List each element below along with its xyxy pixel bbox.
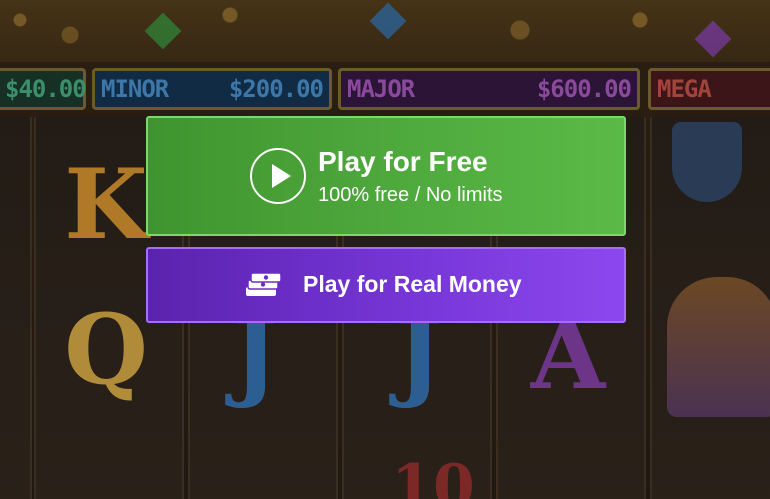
jackpot-mega: MEGA <box>648 68 770 110</box>
shield-icon <box>672 122 742 202</box>
play-for-real-money-title: Play for Real Money <box>303 271 522 297</box>
jackpot-major: MAJOR $600.00 <box>338 68 640 110</box>
play-for-free-subtitle: 100% free / No limits <box>318 184 503 206</box>
jackpot-minor-value: $200.00 <box>228 75 324 103</box>
jackpot-mini-value: $40.00 <box>5 75 87 103</box>
reel-partial <box>0 117 32 499</box>
jackpot-minor-label: MINOR <box>101 75 169 103</box>
princess-portrait <box>667 277 770 417</box>
jackpot-minor: MINOR $200.00 <box>92 68 332 110</box>
play-for-free-title: Play for Free <box>318 146 488 177</box>
play-for-free-button[interactable]: Play for Free 100% free / No limits <box>146 116 626 236</box>
cash-stack-icon <box>242 271 282 301</box>
reel-5 <box>650 117 770 499</box>
play-for-real-money-button[interactable]: Play for Real Money <box>146 247 626 323</box>
jackpot-mega-label: MEGA <box>657 75 712 103</box>
jackpot-mini: $40.00 <box>0 68 87 110</box>
jackpot-major-label: MAJOR <box>347 75 415 103</box>
jackpot-bar: $40.00 MINOR $200.00 MAJOR $600.00 MEGA <box>0 66 770 114</box>
jackpot-major-value: $600.00 <box>536 75 632 103</box>
symbol-10: 10 <box>391 452 475 499</box>
play-circle-icon <box>250 148 306 204</box>
